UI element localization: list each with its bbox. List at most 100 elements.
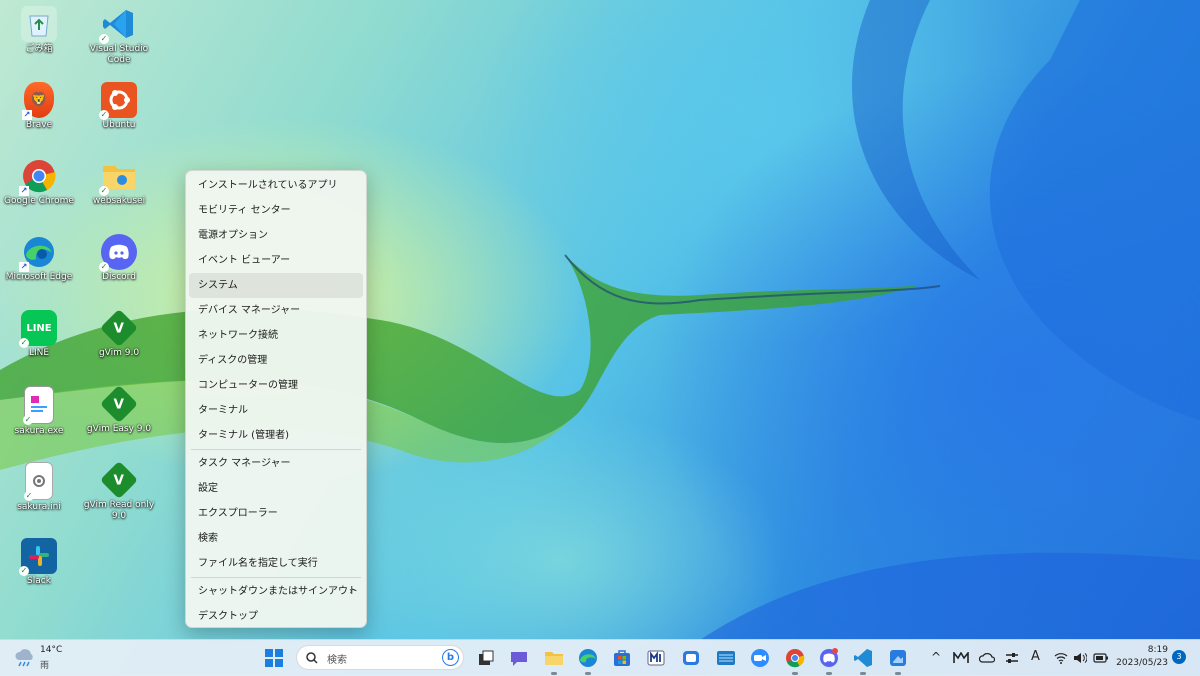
menu-separator [191, 449, 361, 450]
desktop-icon-websakusei[interactable]: ✓ websakusei [80, 158, 158, 207]
tray-settings-icon[interactable] [1005, 652, 1019, 664]
taskbar-chat[interactable] [509, 648, 529, 668]
file-explorer-icon [545, 652, 563, 665]
sakura-icon: ✓ [23, 386, 54, 425]
wifi-icon[interactable] [1054, 652, 1068, 664]
tray-app-icon[interactable] [953, 652, 969, 664]
task-view-button[interactable] [476, 648, 496, 668]
menu-item-power-options[interactable]: 電源オプション [189, 223, 363, 248]
taskbar-app-grid[interactable] [716, 648, 736, 668]
menu-item-run[interactable]: ファイル名を指定して実行 [189, 551, 363, 576]
desktop-icon-vscode[interactable]: ✓ Visual Studio Code [80, 6, 158, 66]
clock[interactable]: 8:19 2023/05/23 [1112, 644, 1168, 670]
taskbar-store[interactable] [612, 648, 632, 668]
line-icon: LINE ✓ [19, 310, 57, 348]
menu-item-search[interactable]: 検索 [189, 526, 363, 551]
search-placeholder: 検索 [327, 655, 347, 666]
taskbar-chrome[interactable] [785, 648, 805, 675]
bing-icon: b [442, 649, 459, 666]
taskbar-mail[interactable] [646, 648, 666, 668]
chrome-icon: ↗ [19, 158, 57, 196]
recycle-bin-icon [21, 6, 57, 42]
taskbar-search[interactable]: 検索 b [296, 645, 464, 670]
taskbar-vscode[interactable] [853, 648, 873, 675]
onedrive-icon[interactable] [979, 652, 995, 664]
desktop-icon-gvim[interactable]: V gVim 9.0 [80, 308, 158, 359]
menu-item-label: シャットダウンまたはサインアウト [198, 586, 358, 597]
chevron-right-icon: › [349, 586, 353, 597]
photos-icon [683, 651, 699, 665]
show-hidden-icons-chevron[interactable]: ^ [931, 650, 941, 664]
desktop-icon-line[interactable]: LINE ✓ LINE [0, 310, 78, 359]
desktop-icon-recycle-bin[interactable]: ごみ箱 [0, 6, 78, 55]
menu-item-explorer[interactable]: エクスプローラー [189, 501, 363, 526]
menu-item-disk-management[interactable]: ディスクの管理 [189, 348, 363, 373]
menu-item-terminal-admin[interactable]: ターミナル (管理者) [189, 423, 363, 448]
vim-icon: V [99, 308, 139, 348]
slack-icon: ✓ [19, 538, 57, 576]
menu-item-desktop[interactable]: デスクトップ [189, 604, 363, 629]
taskbar-file-explorer[interactable] [544, 648, 564, 675]
menu-item-shutdown-signout[interactable]: シャットダウンまたはサインアウト › [189, 579, 363, 604]
menu-item-mobility-center[interactable]: モビリティ センター [189, 198, 363, 223]
clock-date: 2023/05/23 [1116, 658, 1168, 668]
volume-icon[interactable] [1073, 652, 1087, 664]
search-icon [306, 652, 318, 664]
taskbar-zoom[interactable] [750, 648, 770, 668]
menu-item-installed-apps[interactable]: インストールされているアプリ [189, 173, 363, 198]
weather-rain-icon [15, 649, 33, 667]
desktop-icon-ubuntu[interactable]: ✓ Ubuntu [80, 82, 158, 131]
desktop-icon-gvim-readonly[interactable]: V gVim Read only 9.0 [80, 460, 158, 522]
desktop-icon-slack[interactable]: ✓ Slack [0, 538, 78, 587]
battery-icon[interactable] [1093, 652, 1109, 664]
weather-temp: 14°C [40, 645, 63, 655]
menu-item-event-viewer[interactable]: イベント ビューアー [189, 248, 363, 273]
vim-icon: V [99, 384, 139, 424]
snipping-icon [890, 650, 906, 666]
chat-icon [511, 652, 527, 666]
start-button[interactable] [264, 648, 284, 668]
edge-icon: ↗ [19, 234, 57, 272]
desktop-icon-chrome[interactable]: ↗ Google Chrome [0, 158, 78, 207]
taskbar-discord[interactable] [819, 648, 839, 675]
mail-icon [647, 650, 665, 666]
desktop-icon-gvim-easy[interactable]: V gVim Easy 9.0 [80, 384, 158, 435]
desktop-icon-discord[interactable]: ✓ Discord [80, 234, 158, 283]
taskbar-edge[interactable] [578, 648, 598, 675]
chrome-icon [786, 649, 805, 668]
taskbar: 14°C 雨 検索 b ^ A 8:19 2023/05/23 3 [0, 639, 1200, 676]
edge-icon [579, 649, 597, 667]
desktop-icon-sakura-exe[interactable]: ✓ sakura.exe [0, 386, 78, 437]
vim-icon: V [99, 460, 139, 500]
ime-indicator[interactable]: A [1031, 649, 1040, 664]
menu-item-computer-management[interactable]: コンピューターの管理 [189, 373, 363, 398]
store-icon [614, 650, 630, 666]
desktop-icon-edge[interactable]: ↗ Microsoft Edge [0, 234, 78, 283]
zoom-icon [751, 649, 769, 667]
menu-item-system[interactable]: システム [189, 273, 363, 298]
taskbar-snipping[interactable] [888, 648, 908, 675]
taskbar-app-blue[interactable] [681, 648, 701, 668]
desktop-icon-sakura-ini[interactable]: ✓ sakura.ini [0, 462, 78, 513]
ubuntu-icon: ✓ [99, 82, 137, 120]
grid-app-icon [717, 651, 735, 665]
folder-icon: ✓ [99, 158, 137, 196]
menu-item-network-connections[interactable]: ネットワーク接続 [189, 323, 363, 348]
wallpaper [0, 0, 1200, 640]
menu-item-terminal[interactable]: ターミナル [189, 398, 363, 423]
start-icon [265, 649, 283, 667]
menu-item-device-manager[interactable]: デバイス マネージャー [189, 298, 363, 323]
desktop-icon-brave[interactable]: 🦁 ↗ Brave [0, 82, 78, 131]
weather-widget[interactable]: 14°C 雨 [14, 645, 74, 671]
clock-time: 8:19 [1147, 645, 1168, 655]
vscode-icon: ✓ [99, 6, 137, 44]
notification-badge[interactable]: 3 [1172, 650, 1186, 664]
vscode-icon [854, 649, 872, 667]
menu-item-settings[interactable]: 設定 [189, 476, 363, 501]
weather-condition: 雨 [40, 661, 50, 671]
ini-file-icon: ✓ [24, 462, 53, 501]
menu-item-task-manager[interactable]: タスク マネージャー [189, 451, 363, 476]
task-view-icon [479, 650, 494, 665]
discord-icon: ✓ [99, 234, 137, 272]
winx-context-menu: インストールされているアプリ モビリティ センター 電源オプション イベント ビ… [185, 170, 367, 628]
